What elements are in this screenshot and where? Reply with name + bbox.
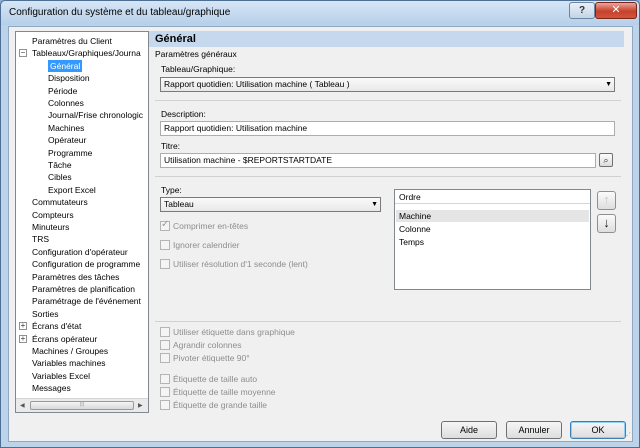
chart-label-checkbox[interactable]: Utiliser étiquette dans graphique bbox=[160, 327, 295, 337]
tree-horizontal-scrollbar[interactable]: ◀ ⦙⦙⦙ ▶ bbox=[16, 398, 148, 412]
tree-item[interactable]: Général bbox=[48, 59, 83, 72]
title-bar[interactable]: Configuration du système et du tableau/g… bbox=[1, 1, 639, 25]
move-down-button[interactable]: ↓ bbox=[597, 214, 616, 233]
table-graph-value: Rapport quotidien: Utilisation machine (… bbox=[164, 79, 350, 89]
tree-item[interactable]: Journal/Frise chronologic bbox=[48, 109, 143, 121]
tree-item[interactable]: Sorties bbox=[32, 308, 58, 320]
scroll-thumb[interactable]: ⦙⦙⦙ bbox=[30, 401, 134, 410]
tree-item[interactable]: Paramètres du Client bbox=[32, 35, 112, 47]
title-browse-button[interactable]: ⌕ bbox=[599, 153, 613, 167]
close-button[interactable]: ✕ bbox=[595, 2, 637, 19]
list-item[interactable]: Colonne bbox=[399, 224, 431, 234]
list-item[interactable]: Machine bbox=[399, 211, 431, 221]
dialog-window: Configuration du système et du tableau/g… bbox=[0, 0, 640, 448]
cancel-button[interactable]: Annuler bbox=[506, 421, 562, 439]
title-input[interactable]: Utilisation machine - $REPORTSTARTDATE bbox=[160, 153, 596, 168]
description-label: Description: bbox=[161, 109, 206, 119]
table-graph-select[interactable]: Rapport quotidien: Utilisation machine (… bbox=[160, 77, 615, 92]
tree-item[interactable]: Cibles bbox=[48, 171, 72, 183]
one-second-resolution-checkbox[interactable]: Utiliser résolution d'1 seconde (lent) bbox=[160, 259, 308, 269]
checkbox-box[interactable] bbox=[160, 340, 170, 350]
tree-item[interactable]: Écrans opérateur bbox=[32, 333, 97, 345]
chevron-down-icon: ▼ bbox=[371, 201, 378, 208]
collapse-icon[interactable]: − bbox=[19, 49, 27, 58]
ignore-calendar-checkbox[interactable]: Ignorer calendrier bbox=[160, 240, 240, 250]
move-up-button[interactable]: ↑ bbox=[597, 191, 616, 210]
type-select[interactable]: Tableau ▼ bbox=[160, 197, 381, 212]
tree-item[interactable]: Paramétrage de l'événement bbox=[32, 295, 141, 307]
tree-item[interactable]: Configuration de programme bbox=[32, 258, 140, 270]
divider bbox=[155, 100, 621, 101]
medium-size-label-checkbox[interactable]: Étiquette de taille moyenne bbox=[160, 387, 276, 397]
resize-grip-icon[interactable]: ⋰ bbox=[623, 431, 631, 440]
expand-icon[interactable]: + bbox=[19, 334, 27, 343]
rotate-label-checkbox[interactable]: Pivoter étiquette 90° bbox=[160, 353, 250, 363]
expand-icon[interactable]: + bbox=[19, 322, 27, 331]
order-header: Ordre bbox=[395, 190, 590, 204]
compress-headers-checkbox[interactable]: Comprimer en-têtes bbox=[160, 219, 248, 231]
help-title-button[interactable]: ? bbox=[569, 2, 595, 19]
tree-item[interactable]: Messages bbox=[32, 382, 71, 394]
title-label: Titre: bbox=[161, 141, 181, 151]
tree-item[interactable]: Machines / Groupes bbox=[32, 345, 108, 357]
arrow-up-icon: ↑ bbox=[603, 192, 610, 207]
tree-item[interactable]: Disposition bbox=[48, 72, 90, 84]
page-title: Général bbox=[149, 31, 624, 47]
tree-item[interactable]: Écrans d'état bbox=[32, 320, 81, 332]
list-item[interactable]: Temps bbox=[399, 237, 424, 247]
dialog-body: Paramètres du Client − Tableaux/Graphiques… bbox=[8, 26, 633, 442]
divider bbox=[155, 321, 621, 322]
help-button[interactable]: Aide bbox=[441, 421, 497, 439]
tree-item[interactable]: Commutateurs bbox=[32, 196, 88, 208]
arrow-down-icon: ↓ bbox=[603, 215, 610, 230]
type-label: Type: bbox=[161, 185, 182, 195]
tree-item[interactable]: Tâche bbox=[48, 159, 72, 171]
chevron-down-icon: ▼ bbox=[605, 81, 612, 88]
tree-item[interactable]: TRS bbox=[32, 233, 49, 245]
tree-item[interactable]: Paramètres des tâches bbox=[32, 271, 119, 283]
checkbox-box[interactable] bbox=[160, 219, 170, 231]
tree-item[interactable]: Opérateur bbox=[48, 134, 86, 146]
description-input[interactable]: Rapport quotidien: Utilisation machine bbox=[160, 121, 615, 136]
tree-item[interactable]: Configuration d'opérateur bbox=[32, 246, 128, 258]
table-graph-label: Tableau/Graphique: bbox=[161, 64, 236, 74]
checkbox-box[interactable] bbox=[160, 374, 170, 384]
auto-size-label-checkbox[interactable]: Étiquette de taille auto bbox=[160, 374, 257, 384]
checkbox-box[interactable] bbox=[160, 387, 170, 397]
tree-item[interactable]: Minuteurs bbox=[32, 221, 69, 233]
checkbox-box[interactable] bbox=[160, 400, 170, 410]
scroll-right-icon[interactable]: ▶ bbox=[138, 402, 143, 409]
tree-item[interactable]: Variables machines bbox=[32, 357, 106, 369]
tree-item[interactable]: Période bbox=[48, 85, 77, 97]
tree-item[interactable]: Tableaux/Graphiques/Journa bbox=[32, 47, 141, 59]
checkbox-box[interactable] bbox=[160, 259, 170, 269]
tree-item[interactable]: Machines bbox=[48, 122, 84, 134]
tree-item[interactable]: Variables Excel bbox=[32, 370, 90, 382]
checkbox-box[interactable] bbox=[160, 240, 170, 250]
scroll-left-icon[interactable]: ◀ bbox=[20, 402, 25, 409]
type-value: Tableau bbox=[164, 199, 194, 209]
tree-item[interactable]: Programme bbox=[48, 147, 92, 159]
settings-tree[interactable]: Paramètres du Client − Tableaux/Graphiques… bbox=[15, 31, 149, 413]
tree-item[interactable]: Colonnes bbox=[48, 97, 84, 109]
large-size-label-checkbox[interactable]: Étiquette de grande taille bbox=[160, 400, 267, 410]
tree-item[interactable]: Paramètres de planification bbox=[32, 283, 135, 295]
enlarge-columns-checkbox[interactable]: Agrandir colonnes bbox=[160, 340, 242, 350]
tree-item[interactable]: Compteurs bbox=[32, 209, 74, 221]
divider bbox=[155, 176, 621, 177]
search-icon: ⌕ bbox=[603, 155, 609, 165]
order-list[interactable]: Ordre Machine Colonne Temps bbox=[394, 189, 591, 290]
window-title: Configuration du système et du tableau/g… bbox=[9, 7, 231, 18]
tree-item[interactable]: Export Excel bbox=[48, 184, 96, 196]
general-params-label: Paramètres généraux bbox=[155, 49, 237, 59]
checkbox-box[interactable] bbox=[160, 353, 170, 363]
checkbox-box[interactable] bbox=[160, 327, 170, 337]
ok-button[interactable]: OK bbox=[570, 421, 626, 439]
